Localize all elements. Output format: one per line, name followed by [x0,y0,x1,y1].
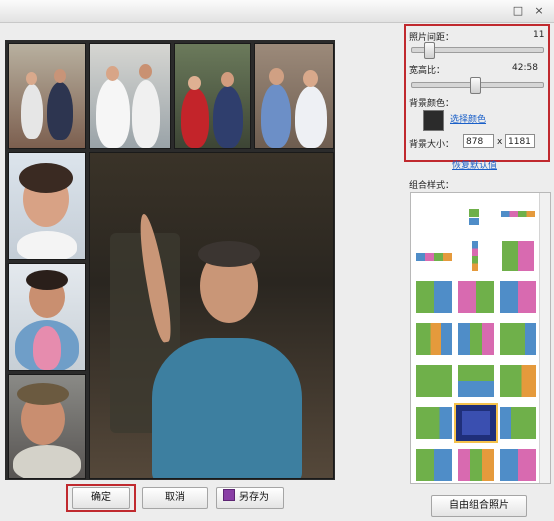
cancel-button[interactable]: 取消 [142,487,208,509]
collage-photo-3[interactable] [174,43,251,149]
layout-style-tile[interactable] [498,363,538,399]
collage-photo-5[interactable] [8,152,86,260]
collage-photo-6[interactable] [8,263,86,371]
spacing-slider-handle[interactable] [424,42,435,59]
layout-style-tile[interactable] [414,447,454,483]
layout-style-tile[interactable] [456,237,496,273]
collage-photo-7[interactable] [8,374,86,479]
layout-style-tile[interactable] [456,321,496,357]
floppy-disk-icon [223,489,235,501]
free-combine-button[interactable]: 自由组合照片 [431,495,527,517]
layout-style-tile[interactable] [414,363,454,399]
layout-style-tile[interactable] [498,195,538,231]
save-as-button[interactable]: 另存为 [216,487,284,509]
layout-style-tile-selected[interactable] [454,403,498,443]
layout-style-tile[interactable] [414,195,454,231]
ratio-slider[interactable] [411,77,544,94]
collage-photo-4[interactable] [254,43,334,149]
layout-style-tile[interactable] [414,321,454,357]
ratio-value: 42:58 [512,63,538,73]
layout-style-list[interactable] [410,192,551,484]
bg-height-input[interactable]: 1181 [505,134,535,148]
collage-photo-2[interactable] [89,43,171,149]
spacing-slider[interactable] [411,42,544,59]
layout-style-tile[interactable] [414,237,454,273]
collage-preview [5,40,335,480]
size-separator: x [497,137,503,147]
restore-window-icon[interactable]: □ [511,4,525,18]
layout-style-tile[interactable] [456,447,496,483]
collage-photo-main[interactable] [89,152,334,479]
layout-style-tile[interactable] [498,237,538,273]
bg-size-label: 背景大小： [409,140,455,150]
bg-color-label: 背景颜色： [409,99,455,109]
ratio-label: 宽高比： [409,66,446,76]
layout-style-tile[interactable] [456,195,496,231]
layout-style-tile[interactable] [498,405,538,441]
layout-style-tile[interactable] [498,321,538,357]
bg-color-swatch[interactable] [423,110,444,131]
spacing-value: 11 [533,30,545,40]
layout-style-tile[interactable] [414,279,454,315]
styles-label: 组合样式： [409,181,455,191]
layout-style-tile[interactable] [414,405,454,441]
layout-style-tile[interactable] [498,279,538,315]
close-window-icon[interactable]: × [532,4,546,18]
collage-photo-1[interactable] [8,43,86,149]
choose-color-link[interactable]: 选择颜色 [450,112,486,125]
layout-list-scrollbar[interactable] [539,193,550,483]
bg-width-input[interactable]: 878 [463,134,494,148]
restore-defaults-link[interactable]: 恢复默认值 [452,158,497,171]
ok-highlight [66,484,136,512]
layout-style-tile[interactable] [456,279,496,315]
layout-style-tile[interactable] [456,363,496,399]
ratio-slider-handle[interactable] [470,77,481,94]
save-as-label: 另存为 [239,492,269,503]
title-bar: □ × [0,0,554,23]
layout-style-tile[interactable] [498,447,538,483]
